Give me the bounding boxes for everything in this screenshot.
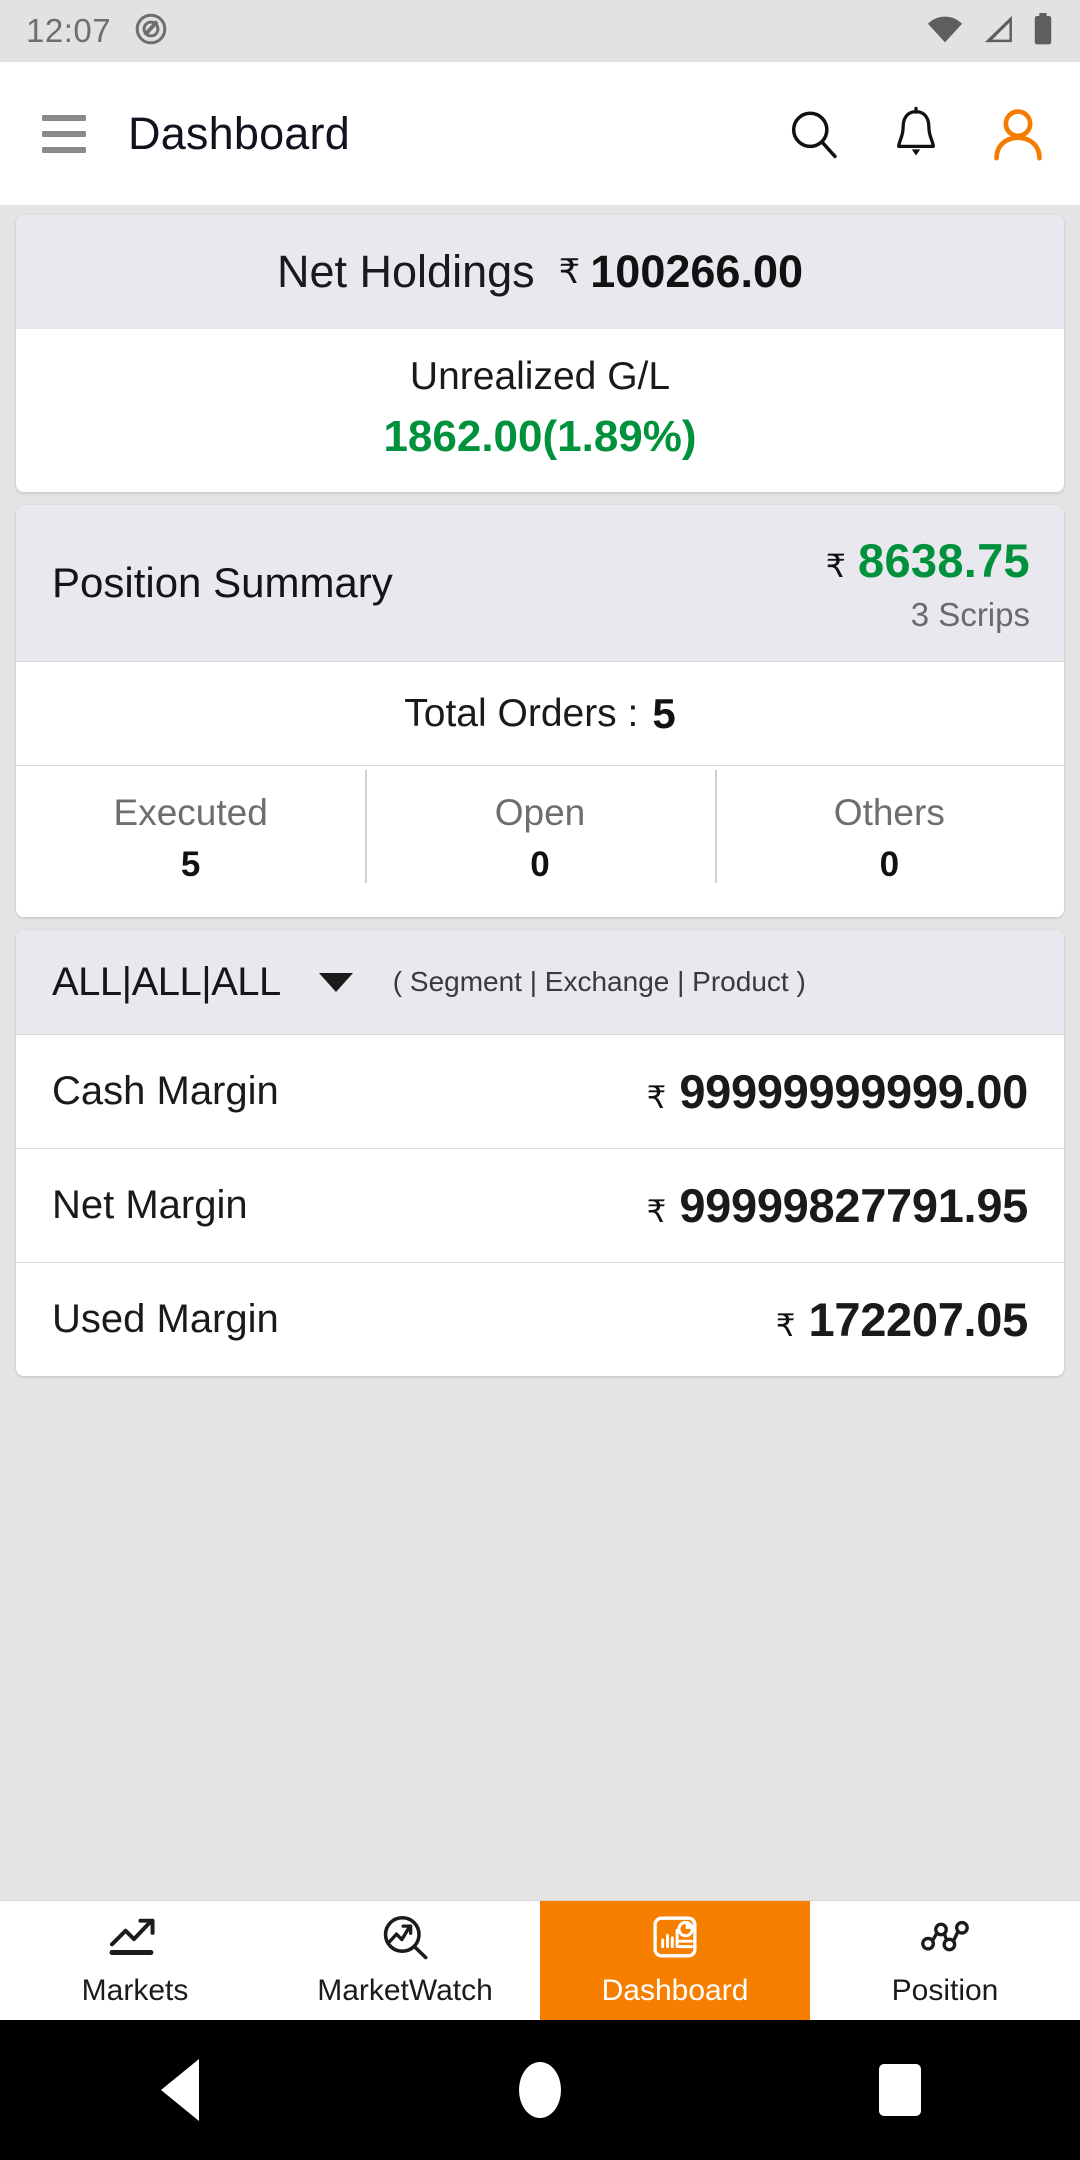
scatter-nodes-icon (918, 1914, 972, 1965)
dashboard-report-icon (648, 1914, 702, 1965)
nav-label: MarketWatch (317, 1973, 493, 2007)
app-bar-actions (786, 106, 1046, 162)
margin-filter-hint: ( Segment | Exchange | Product ) (392, 966, 806, 997)
margin-value: 172207.05 (808, 1293, 1029, 1346)
nav-item-marketwatch[interactable]: MarketWatch (270, 1901, 540, 2020)
margin-label: Net Margin (52, 1183, 248, 1227)
stat-value: 0 (879, 845, 900, 884)
chart-search-icon (378, 1914, 432, 1965)
page-title: Dashboard (128, 107, 350, 159)
status-bar-left-icons (133, 11, 169, 52)
trending-up-icon (107, 1914, 163, 1965)
scrips-count: 3 Scrips (910, 595, 1030, 633)
recents-square-icon (879, 2064, 921, 2116)
status-bar: 12:07 (0, 0, 1080, 62)
position-summary-amount-block: ₹ 8638.75 3 Scrips (826, 533, 1030, 634)
profile-icon[interactable] (990, 106, 1046, 162)
nav-item-position[interactable]: Position (810, 1901, 1080, 2020)
margin-label: Used Margin (52, 1297, 279, 1341)
margin-filter-row[interactable]: ALL|ALL|ALL ( Segment | Exchange | Produ… (16, 930, 1064, 1034)
net-holdings-value: 100266.00 (590, 246, 803, 297)
margin-row-used[interactable]: Used Margin ₹ 172207.05 (16, 1262, 1064, 1376)
hamburger-line (42, 130, 86, 137)
signal-icon (981, 14, 1015, 49)
order-stat-open[interactable]: Open 0 (365, 766, 714, 917)
android-back-button[interactable] (70, 2059, 290, 2121)
wifi-icon (926, 14, 964, 49)
order-stat-others[interactable]: Others 0 (714, 766, 1064, 917)
rupee-symbol: ₹ (646, 1194, 667, 1229)
net-holdings-header: Net Holdings ₹ 100266.00 (16, 215, 1064, 329)
status-bar-clock: 12:07 (26, 12, 112, 49)
home-circle-icon (519, 2062, 561, 2118)
hamburger-line (42, 146, 86, 153)
bell-icon[interactable] (890, 106, 942, 162)
android-recents-button[interactable] (790, 2064, 1010, 2116)
net-holdings-label: Net Holdings (277, 246, 535, 297)
android-navigation-bar (0, 2020, 1080, 2160)
unrealized-gl-value: 1862.00(1.89%) (383, 412, 697, 461)
position-summary-header[interactable]: Position Summary ₹ 8638.75 3 Scrips (16, 505, 1064, 661)
nav-label: Markets (81, 1973, 189, 2007)
position-summary-card[interactable]: Position Summary ₹ 8638.75 3 Scrips Tota… (16, 505, 1064, 917)
hamburger-menu-icon[interactable] (42, 114, 86, 153)
android-home-button[interactable] (430, 2062, 650, 2118)
rupee-symbol: ₹ (775, 1308, 796, 1343)
search-icon[interactable] (786, 106, 842, 162)
nav-item-dashboard[interactable]: Dashboard (540, 1901, 810, 2020)
position-summary-title: Position Summary (52, 559, 393, 606)
phone-screen: 12:07 Dashboard Net Holdings ₹ 100266.00… (0, 0, 1080, 2160)
bottom-navigation: Markets MarketWatch Dashboard Position (0, 1900, 1080, 2020)
nav-item-markets[interactable]: Markets (0, 1901, 270, 2020)
hamburger-line (42, 114, 86, 121)
margin-value: 99999999999.00 (679, 1065, 1028, 1118)
stat-label: Open (494, 792, 586, 833)
rupee-symbol: ₹ (558, 253, 581, 291)
stat-label: Executed (113, 792, 268, 833)
app-notification-icon (133, 11, 169, 52)
order-stats-row: Executed 5 Open 0 Others 0 (16, 765, 1064, 917)
margin-card[interactable]: ALL|ALL|ALL ( Segment | Exchange | Produ… (16, 930, 1064, 1376)
total-orders-value: 5 (652, 689, 676, 737)
order-stat-executed[interactable]: Executed 5 (16, 766, 365, 917)
nav-label: Dashboard (601, 1973, 749, 2007)
back-triangle-icon (161, 2059, 199, 2121)
total-orders-label: Total Orders : (404, 691, 639, 735)
margin-label: Cash Margin (52, 1069, 279, 1113)
stat-label: Others (833, 792, 945, 833)
unrealized-gl-section: Unrealized G/L 1862.00(1.89%) (16, 329, 1064, 492)
position-summary-amount: 8638.75 (858, 533, 1030, 587)
dashboard-content: Net Holdings ₹ 100266.00 Unrealized G/L … (0, 205, 1080, 1900)
status-bar-right-icons (926, 12, 1054, 50)
chevron-down-icon[interactable] (318, 972, 353, 992)
total-orders-row[interactable]: Total Orders : 5 (16, 661, 1064, 765)
stat-value: 5 (180, 845, 201, 884)
stat-value: 0 (530, 845, 550, 884)
margin-row-cash[interactable]: Cash Margin ₹ 99999999999.00 (16, 1034, 1064, 1148)
battery-icon (1032, 12, 1054, 50)
margin-row-net[interactable]: Net Margin ₹ 99999827791.95 (16, 1148, 1064, 1262)
net-holdings-card[interactable]: Net Holdings ₹ 100266.00 Unrealized G/L … (16, 215, 1064, 492)
margin-filter-selected: ALL|ALL|ALL (52, 959, 281, 1004)
margin-value: 99999827791.95 (679, 1179, 1028, 1232)
rupee-symbol: ₹ (646, 1080, 667, 1115)
app-bar: Dashboard (0, 62, 1080, 205)
unrealized-gl-label: Unrealized G/L (409, 355, 671, 398)
nav-label: Position (891, 1973, 999, 2007)
rupee-symbol: ₹ (825, 547, 846, 584)
